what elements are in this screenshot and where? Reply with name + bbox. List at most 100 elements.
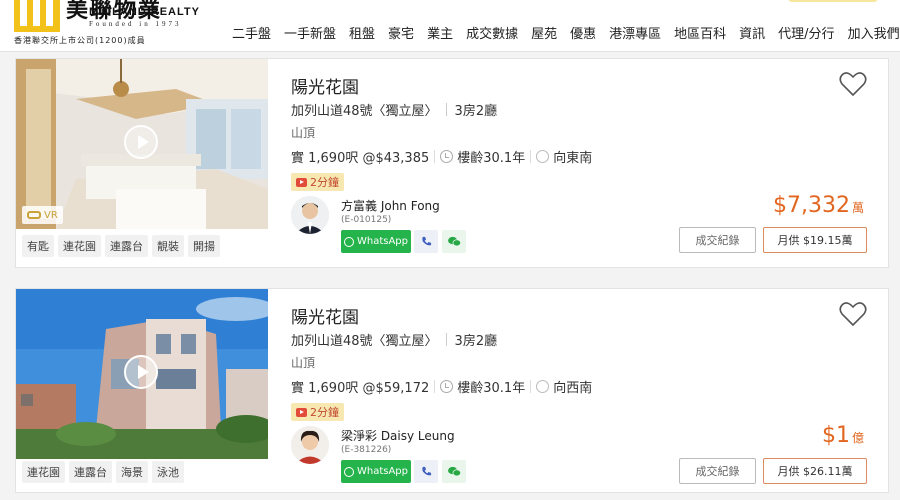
call-button[interactable]	[414, 230, 438, 253]
nav-item-estates[interactable]: 屋苑	[531, 23, 557, 42]
monthly-payment-button[interactable]: 月供 $26.11萬	[763, 458, 867, 484]
tag: 開揚	[188, 235, 220, 257]
tag: 海景	[116, 461, 148, 483]
listing-title[interactable]: 陽光花園	[291, 303, 359, 328]
phone-icon	[421, 236, 431, 246]
listing-address: 加列山道48號〈獨立屋〉 3房2廳	[291, 100, 497, 119]
nav-item-agents-branches[interactable]: 代理/分行	[778, 23, 834, 42]
whatsapp-button[interactable]: WhatsApp	[341, 460, 411, 483]
monthly-payment-button[interactable]: 月供 $19.15萬	[763, 227, 867, 253]
listing-card[interactable]: 連花園 連露台 海景 泳池 陽光花園 加列山道48號〈獨立屋〉 3房2廳 山頂 …	[15, 288, 889, 493]
listing-tags: 連花園 連露台 海景 泳池	[22, 461, 184, 483]
agent-avatar[interactable]	[291, 426, 329, 464]
wechat-button[interactable]	[442, 460, 466, 483]
logo-listed-note: 香港聯交所上市公司(1200)成員	[14, 36, 146, 45]
listing-price: $1 億	[822, 423, 864, 448]
call-button[interactable]	[414, 460, 438, 483]
transaction-history-button[interactable]: 成交紀錄	[679, 458, 756, 484]
tag: 連花園	[58, 235, 101, 257]
agent-license: (E-010125)	[341, 215, 392, 225]
video-duration-badge[interactable]: 2分鐘	[291, 173, 344, 191]
listing-tags: 有匙 連花園 連露台 靚裝 開揚	[22, 235, 220, 257]
nav-item-second-hand[interactable]: 二手盤	[232, 23, 271, 42]
nav-item-newcomers[interactable]: 港漂專區	[609, 23, 661, 42]
agent-avatar[interactable]	[291, 196, 329, 234]
listing-photo[interactable]: VR	[16, 59, 268, 229]
vr-headset-icon	[27, 211, 41, 219]
video-duration: 2分鐘	[310, 406, 339, 419]
wechat-icon	[447, 236, 461, 247]
address-text: 加列山道48號〈獨立屋〉	[291, 104, 438, 119]
clock-icon	[440, 150, 454, 163]
nav-item-new-homes[interactable]: 一手新盤	[284, 23, 336, 42]
price-unit: 億	[851, 431, 864, 445]
compass-icon	[536, 380, 550, 393]
video-duration: 2分鐘	[310, 176, 339, 189]
logo-founded: Founded in 1973	[89, 20, 182, 28]
vr-badge[interactable]: VR	[22, 206, 63, 224]
nav-item-offers[interactable]: 優惠	[570, 23, 596, 42]
whatsapp-label: WhatsApp	[356, 466, 409, 477]
agent-avatar-image	[291, 196, 329, 234]
main-nav: 二手盤 一手新盤 租盤 豪宅 業主 成交數據 屋苑 優惠 港漂專區 地區百科 資…	[232, 23, 900, 42]
agent-name[interactable]: 梁淨彩 Daisy Leung	[341, 427, 455, 444]
nav-item-rent[interactable]: 租盤	[349, 23, 375, 42]
wechat-button[interactable]	[442, 230, 466, 253]
midland-logo[interactable]: 美聯物業 MIDLAND REALTY Founded in 1973 香港聯交…	[14, 0, 204, 50]
tag: 連露台	[105, 235, 148, 257]
agent-license: (E-381226)	[341, 445, 392, 455]
logo-english-name: MIDLAND REALTY	[89, 6, 200, 18]
whatsapp-button[interactable]: WhatsApp	[341, 230, 411, 253]
transaction-history-button[interactable]: 成交紀錄	[679, 227, 756, 253]
whatsapp-icon	[343, 236, 354, 247]
listing-price: $7,332 萬	[773, 193, 864, 218]
building-age: 樓齡30.1年	[457, 381, 526, 396]
area-price-text: 實 1,690呎 @$43,385	[291, 151, 430, 166]
vr-label: VR	[44, 209, 58, 221]
video-duration-badge[interactable]: 2分鐘	[291, 403, 344, 421]
nav-item-luxury[interactable]: 豪宅	[388, 23, 414, 42]
tag: 連露台	[69, 461, 112, 483]
nav-item-news[interactable]: 資訊	[739, 23, 765, 42]
site-header: 美聯物業 MIDLAND REALTY Founded in 1973 香港聯交…	[0, 0, 900, 52]
compass-icon	[536, 150, 550, 163]
nav-item-join-us[interactable]: 加入我們	[848, 23, 900, 42]
listing-card[interactable]: VR 有匙 連花園 連露台 靚裝 開揚 陽光花園 加列山道48號〈獨立屋〉 3房…	[15, 58, 889, 268]
price-value: $7,332	[773, 193, 850, 218]
area-price-text: 實 1,690呎 @$59,172	[291, 381, 430, 396]
facing: 向東南	[553, 151, 593, 166]
facing: 向西南	[553, 381, 593, 396]
listing-address: 加列山道48號〈獨立屋〉 3房2廳	[291, 330, 497, 349]
listing-stats: 實 1,690呎 @$43,385 樓齡30.1年 向東南	[291, 147, 592, 166]
listing-title[interactable]: 陽光花園	[291, 73, 359, 98]
favorite-heart-icon[interactable]	[839, 71, 867, 97]
listing-district: 山頂	[291, 126, 316, 140]
agent-name[interactable]: 方富義 John Fong	[341, 197, 440, 214]
price-unit: 萬	[851, 201, 864, 215]
rooms-text: 3房2廳	[454, 334, 498, 349]
nav-item-owner[interactable]: 業主	[427, 23, 453, 42]
agent-avatar-image	[291, 426, 329, 464]
address-text: 加列山道48號〈獨立屋〉	[291, 334, 438, 349]
favorite-heart-icon[interactable]	[839, 301, 867, 327]
play-video-icon[interactable]	[124, 355, 158, 389]
video-icon	[296, 177, 307, 187]
nav-item-transactions[interactable]: 成交數據	[466, 23, 518, 42]
tag: 連花園	[22, 461, 65, 483]
play-video-icon[interactable]	[124, 125, 158, 159]
listing-photo[interactable]	[16, 289, 268, 459]
clock-icon	[440, 380, 454, 393]
whatsapp-label: WhatsApp	[356, 236, 409, 247]
building-age: 樓齡30.1年	[457, 151, 526, 166]
rooms-text: 3房2廳	[454, 104, 498, 119]
whatsapp-icon	[343, 466, 354, 477]
tag: 有匙	[22, 235, 54, 257]
price-value: $1	[821, 423, 850, 448]
phone-icon	[421, 466, 431, 476]
nav-item-district-wiki[interactable]: 地區百科	[674, 23, 726, 42]
tag: 泳池	[152, 461, 184, 483]
listing-district: 山頂	[291, 356, 316, 370]
top-banner-pill[interactable]	[788, 0, 878, 2]
video-icon	[296, 407, 307, 417]
wechat-icon	[447, 466, 461, 477]
